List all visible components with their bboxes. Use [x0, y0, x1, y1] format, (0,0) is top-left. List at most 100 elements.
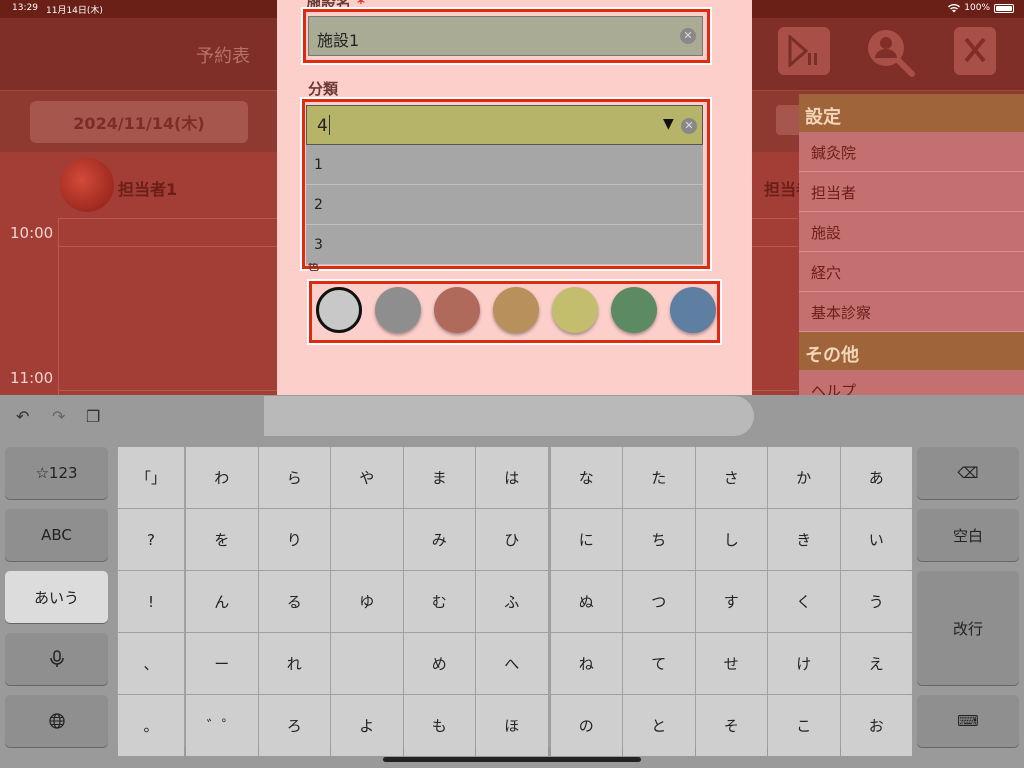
kana-key[interactable]: せ [695, 633, 767, 694]
kana-key[interactable]: ゛゜ [186, 695, 258, 756]
kana-key[interactable]: め [403, 633, 475, 694]
kana-key[interactable]: こ [768, 695, 840, 756]
kana-key[interactable]: ぬ [550, 571, 622, 632]
key-kana[interactable]: あいう [5, 571, 108, 623]
kana-key[interactable]: り [258, 509, 330, 570]
kana-key[interactable]: ま [403, 447, 475, 508]
space-key[interactable]: 空白 [917, 509, 1019, 561]
kana-key[interactable]: れ [258, 633, 330, 694]
kana-key[interactable]: ゆ [331, 571, 403, 632]
dropdown-option[interactable]: 3 [306, 225, 703, 265]
keyboard-toolbar: ↶ ↷ ❐ [0, 395, 1024, 441]
kana-key[interactable]: し [695, 509, 767, 570]
kana-key[interactable]: き [768, 509, 840, 570]
dropdown-option[interactable]: 2 [306, 185, 703, 225]
kana-key[interactable]: お [840, 695, 912, 756]
kana-key[interactable]: え [840, 633, 912, 694]
color-swatch[interactable] [493, 287, 539, 333]
play-pause-button[interactable] [778, 27, 830, 75]
kana-key[interactable]: と [623, 695, 695, 756]
user-search-icon [868, 30, 915, 77]
facility-name-input[interactable]: 施設1 [308, 16, 703, 56]
delete-key[interactable]: ⌫ [917, 447, 1019, 499]
microphone-icon[interactable] [5, 633, 108, 685]
staff-search-button[interactable] [862, 24, 918, 80]
redo-icon[interactable]: ↷ [52, 407, 65, 426]
status-time: 13:29 [12, 3, 38, 13]
color-swatch[interactable] [611, 287, 657, 333]
kana-key[interactable]: ん [186, 571, 258, 632]
kana-key[interactable]: ふ [476, 571, 548, 632]
kana-key[interactable]: つ [623, 571, 695, 632]
kana-key[interactable]: ろ [258, 695, 330, 756]
punctuation-key[interactable]: 「」 [118, 447, 184, 508]
kana-key[interactable]: る [258, 571, 330, 632]
paste-icon[interactable]: ❐ [86, 407, 100, 426]
kana-key[interactable]: や [331, 447, 403, 508]
kana-key[interactable] [331, 633, 403, 694]
keyboard-hide-icon[interactable]: ⌨ [917, 695, 1019, 747]
kana-grid: 「」?!、。 わをんー゛゜ らりるれろ やゆよ まみむめも はひふへほ なにぬねの たちつてと… [117, 447, 912, 756]
punctuation-key[interactable]: 、 [118, 633, 184, 694]
color-swatch[interactable] [434, 287, 480, 333]
punctuation-key[interactable]: ? [118, 509, 184, 570]
kana-key[interactable]: の [550, 695, 622, 756]
kana-key[interactable] [331, 509, 403, 570]
menu-item-basic-exam[interactable]: 基本診察 [799, 292, 1024, 332]
kana-key[interactable]: た [623, 447, 695, 508]
undo-icon[interactable]: ↶ [16, 407, 29, 426]
kana-key[interactable]: く [768, 571, 840, 632]
menu-item-acupoints[interactable]: 経穴 [799, 252, 1024, 292]
color-swatch[interactable] [375, 287, 421, 333]
close-button[interactable] [954, 27, 996, 75]
kana-key[interactable]: ひ [476, 509, 548, 570]
kana-key[interactable]: へ [476, 633, 548, 694]
color-swatch[interactable] [552, 287, 598, 333]
menu-item-clinic[interactable]: 鍼灸院 [799, 132, 1024, 172]
kana-key[interactable]: む [403, 571, 475, 632]
kana-key[interactable]: み [403, 509, 475, 570]
kana-key[interactable]: そ [695, 695, 767, 756]
kana-key[interactable]: ー [186, 633, 258, 694]
punctuation-key[interactable]: 。 [118, 695, 184, 756]
kana-key[interactable]: あ [840, 447, 912, 508]
key-abc[interactable]: ABC [5, 509, 108, 561]
clear-icon[interactable]: ✕ [680, 28, 696, 44]
kana-key[interactable]: さ [695, 447, 767, 508]
dropdown-arrow-icon[interactable]: ▼ [663, 116, 674, 132]
return-key[interactable]: 改行 [917, 571, 1019, 685]
kana-key[interactable]: ら [258, 447, 330, 508]
kana-key[interactable]: う [840, 571, 912, 632]
kana-key[interactable]: か [768, 447, 840, 508]
menu-item-staff[interactable]: 担当者 [799, 172, 1024, 212]
menu-item-facility[interactable]: 施設 [799, 212, 1024, 252]
kana-key[interactable]: わ [186, 447, 258, 508]
globe-icon[interactable] [5, 695, 108, 747]
kana-key[interactable]: ほ [476, 695, 548, 756]
date-button[interactable]: 2024/11/14(木) [30, 101, 248, 143]
kana-key[interactable]: ね [550, 633, 622, 694]
kana-key[interactable]: も [403, 695, 475, 756]
key-symbols[interactable]: ☆123 [5, 447, 108, 499]
settings-menu: 設定 鍼灸院 担当者 施設 経穴 基本診察 その他 ヘルプ [799, 94, 1024, 410]
kana-key[interactable]: な [550, 447, 622, 508]
kana-key[interactable]: す [695, 571, 767, 632]
home-indicator [383, 757, 641, 762]
kana-key[interactable]: て [623, 633, 695, 694]
kana-key[interactable]: い [840, 509, 912, 570]
color-swatch[interactable] [670, 287, 716, 333]
kana-key[interactable]: ち [623, 509, 695, 570]
punctuation-key[interactable]: ! [118, 571, 184, 632]
staff-name: 担当者1 [118, 180, 178, 199]
time-label: 11:00 [10, 369, 54, 387]
category-input[interactable]: 4 [306, 105, 703, 145]
kana-key[interactable]: に [550, 509, 622, 570]
kana-key[interactable]: は [476, 447, 548, 508]
status-indicators: 100% [948, 3, 1014, 13]
kana-key[interactable]: け [768, 633, 840, 694]
kana-key[interactable]: よ [331, 695, 403, 756]
kana-key[interactable]: を [186, 509, 258, 570]
dropdown-option[interactable]: 1 [306, 145, 703, 185]
color-swatch[interactable] [316, 287, 362, 333]
clear-icon[interactable]: ✕ [681, 118, 697, 134]
